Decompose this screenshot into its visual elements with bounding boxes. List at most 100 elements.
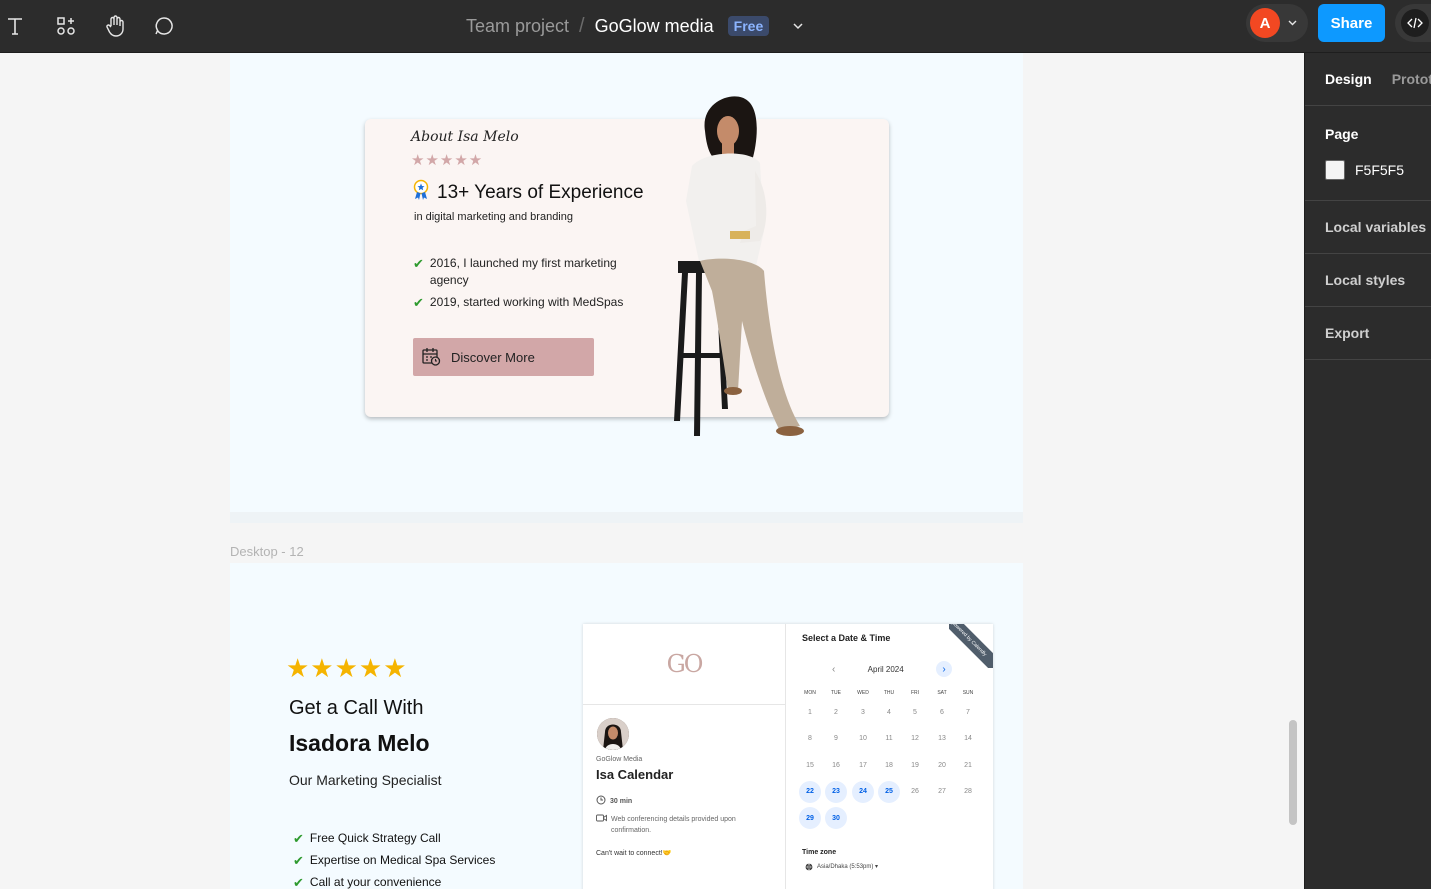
calendar-day: 19 — [911, 761, 919, 769]
calendar-day: 15 — [806, 761, 814, 769]
calendar-day: 18 — [885, 761, 893, 769]
tab-prototype[interactable]: Prototype — [1392, 71, 1431, 87]
connect-note: Can't wait to connect!🤝 — [596, 850, 672, 857]
benefit-text: Expertise on Medical Spa Services — [309, 853, 496, 867]
benefit-item: ✔ Expertise on Medical Spa Services — [293, 853, 495, 869]
breadcrumb-separator: / — [579, 14, 585, 37]
event-name: Isa Calendar — [596, 767, 674, 782]
avatar[interactable]: A — [1250, 8, 1280, 38]
timezone-value: Asia/Dhaka (5:53pm) ▾ — [817, 864, 879, 870]
timezone-label: Time zone — [802, 849, 837, 856]
experience-row: 13+ Years of Experience — [411, 179, 644, 206]
date-picker-title: Select a Date & Time — [802, 633, 891, 643]
dev-mode-toggle[interactable] — [1395, 4, 1431, 42]
breadcrumb: Team project / GoGlow media Free — [466, 12, 803, 40]
weekday-label: FRI — [910, 690, 920, 696]
page-heading: Page — [1305, 105, 1431, 142]
share-button[interactable]: Share — [1318, 4, 1385, 42]
call-heading-line2: Isadora Melo — [289, 730, 430, 756]
checkmark-icon: ✔ — [293, 853, 304, 868]
benefit-text: Call at your convenience — [309, 875, 442, 889]
chevron-right-icon[interactable]: › — [936, 661, 952, 677]
calendar-day: 21 — [964, 761, 972, 769]
milestone-item: ✔ 2016, I launched my first marketing ag… — [413, 255, 643, 289]
conference-note: Web conferencing details provided upon c… — [596, 814, 766, 836]
award-icon — [411, 179, 431, 206]
globe-icon — [805, 863, 813, 873]
clock-icon — [596, 795, 606, 807]
checkmark-icon: ✔ — [293, 831, 304, 846]
weekday-label: SUN — [962, 690, 974, 696]
calendar-day: 10 — [859, 735, 867, 742]
benefit-item: ✔ Free Quick Strategy Call — [293, 831, 441, 847]
tab-design[interactable]: Design — [1325, 71, 1372, 87]
vertical-scrollbar[interactable] — [1289, 720, 1297, 825]
page-color-row[interactable]: F5F5F5 — [1305, 142, 1431, 200]
conference-note-text: Web conferencing details provided upon c… — [611, 816, 736, 834]
comment-tool-icon[interactable] — [146, 8, 182, 44]
frame-label[interactable]: Desktop - 12 — [230, 544, 304, 559]
experience-subheading: in digital marketing and branding — [414, 211, 573, 223]
available-day[interactable]: 23 — [825, 780, 847, 803]
call-subtitle: Our Marketing Specialist — [289, 772, 442, 788]
rating-stars: ★★★★★ — [411, 152, 484, 169]
chevron-left-icon[interactable]: ‹ — [832, 664, 835, 675]
chevron-down-icon[interactable] — [1288, 18, 1297, 29]
user-menu[interactable]: A — [1246, 4, 1308, 42]
portrait-image — [660, 91, 820, 441]
calendar-day: 13 — [938, 735, 946, 742]
file-name[interactable]: GoGlow media — [595, 16, 714, 37]
hand-tool-icon[interactable] — [97, 8, 133, 44]
calendar-day: 2 — [834, 708, 838, 716]
section-export[interactable]: Export — [1305, 306, 1431, 360]
color-swatch[interactable] — [1325, 160, 1345, 180]
event-info-panel: GO GoGlow Media Isa Calendar 30 min Web … — [583, 624, 786, 889]
month-label: April 2024 — [867, 664, 904, 674]
experience-heading: 13+ Years of Experience — [437, 181, 644, 203]
available-day[interactable]: 25 — [878, 780, 900, 803]
weekday-label: THU — [883, 690, 895, 696]
team-name[interactable]: Team project — [466, 16, 569, 37]
calendar-day: 7 — [966, 708, 970, 716]
calendly-widget[interactable]: GO GoGlow Media Isa Calendar 30 min Web … — [583, 624, 993, 889]
calendar-day: 17 — [859, 761, 867, 769]
panel-tabs: Design Prototype — [1305, 53, 1431, 105]
available-day[interactable]: 29 — [799, 807, 821, 829]
calendar-clock-icon — [421, 346, 441, 369]
page-color-value[interactable]: F5F5F5 — [1355, 162, 1404, 178]
available-day[interactable]: 30 — [825, 807, 847, 829]
duration: 30 min — [596, 795, 632, 807]
text-tool-icon[interactable] — [0, 8, 33, 44]
calendly-ribbon[interactable]: powered by Calendly — [949, 624, 993, 668]
calendar-day: 6 — [940, 708, 944, 716]
calendar-day: 16 — [832, 761, 840, 769]
video-icon — [596, 814, 607, 836]
calendar-day: 26 — [911, 788, 919, 795]
canvas[interactable]: About Isa Melo ★★★★★ 13+ Years of Experi… — [0, 53, 1304, 889]
properties-panel: Design Prototype Page F5F5F5 Local varia… — [1304, 53, 1431, 889]
available-day[interactable]: 22 — [799, 780, 821, 803]
frame-footer-strip — [230, 512, 1023, 523]
section-local-styles[interactable]: Local styles — [1305, 253, 1431, 306]
components-tool-icon[interactable] — [48, 8, 84, 44]
calendar-day: 8 — [808, 735, 812, 742]
discover-more-button[interactable]: Discover More — [413, 338, 594, 376]
brand-logo: GO — [666, 650, 704, 678]
benefit-item: ✔ Call at your convenience — [293, 875, 441, 889]
file-menu-chevron-down-icon[interactable] — [793, 19, 803, 33]
calendar-day: 27 — [938, 788, 946, 795]
calendar-day: 9 — [834, 735, 838, 742]
calendar-day: 5 — [913, 708, 917, 716]
weekday-label: WED — [857, 690, 869, 696]
calendar-day: 1 — [808, 708, 812, 716]
weekday-label: SAT — [937, 690, 947, 696]
calendar-day: 28 — [964, 788, 972, 795]
checkmark-icon: ✔ — [413, 295, 424, 310]
calendar-day: 4 — [887, 708, 891, 716]
available-day[interactable]: 24 — [852, 780, 874, 803]
timezone-select[interactable]: Asia/Dhaka (5:53pm) ▾ — [805, 863, 878, 873]
section-local-variables[interactable]: Local variables — [1305, 200, 1431, 253]
checkmark-icon: ✔ — [293, 875, 304, 889]
top-toolbar: Team project / GoGlow media Free A Share — [0, 0, 1431, 53]
host-avatar — [597, 718, 629, 750]
